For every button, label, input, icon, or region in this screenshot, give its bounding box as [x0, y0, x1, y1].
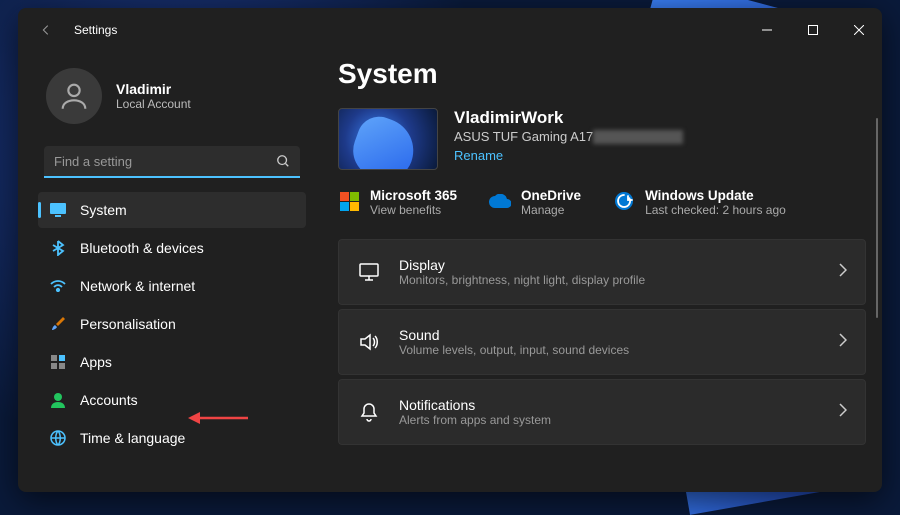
profile-account-type: Local Account: [116, 97, 191, 111]
nav-list: System Bluetooth & devices Network & int…: [38, 192, 306, 456]
settings-card-list: Display Monitors, brightness, night ligh…: [338, 239, 866, 445]
search-input[interactable]: [44, 146, 300, 178]
minimize-icon: [762, 25, 772, 35]
microsoft-logo-icon: [338, 190, 360, 212]
avatar: [46, 68, 102, 124]
page-heading: System: [338, 58, 866, 90]
nav-label: Accounts: [80, 392, 138, 408]
sidebar-item-time[interactable]: Time & language: [38, 420, 306, 456]
quick-microsoft-365[interactable]: Microsoft 365 View benefits: [338, 188, 457, 217]
apps-icon: [50, 354, 66, 370]
close-icon: [854, 25, 864, 35]
nav-label: Time & language: [80, 430, 185, 446]
quick-onedrive[interactable]: OneDrive Manage: [489, 188, 581, 217]
card-sub: Volume levels, output, input, sound devi…: [399, 343, 629, 357]
wifi-icon: [50, 278, 66, 294]
quick-sub: Last checked: 2 hours ago: [645, 203, 786, 217]
maximize-button[interactable]: [790, 14, 836, 46]
nav-label: Network & internet: [80, 278, 195, 294]
sidebar-item-network[interactable]: Network & internet: [38, 268, 306, 304]
card-sub: Alerts from apps and system: [399, 413, 551, 427]
profile-block[interactable]: Vladimir Local Account: [38, 60, 306, 140]
nav-label: Apps: [80, 354, 112, 370]
card-title: Display: [399, 257, 645, 273]
card-title: Notifications: [399, 397, 551, 413]
nav-label: Personalisation: [80, 316, 176, 332]
close-button[interactable]: [836, 14, 882, 46]
bell-icon: [357, 402, 381, 422]
scrollbar[interactable]: [876, 118, 878, 318]
bluetooth-icon: [50, 240, 66, 256]
card-sub: Monitors, brightness, night light, displ…: [399, 273, 645, 287]
sidebar-item-apps[interactable]: Apps: [38, 344, 306, 380]
update-icon: [613, 190, 635, 212]
person-icon: [50, 392, 66, 408]
monitor-icon: [357, 263, 381, 281]
window-title: Settings: [74, 23, 117, 37]
nav-label: System: [80, 202, 127, 218]
card-title: Sound: [399, 327, 629, 343]
profile-name: Vladimir: [116, 81, 191, 97]
chevron-right-icon: [839, 333, 847, 352]
sidebar-item-personalisation[interactable]: Personalisation: [38, 306, 306, 342]
sidebar-item-bluetooth[interactable]: Bluetooth & devices: [38, 230, 306, 266]
search-field[interactable]: [44, 146, 300, 178]
main-content: System VladimirWork ASUS TUF Gaming A17 …: [318, 52, 882, 492]
quick-windows-update[interactable]: Windows Update Last checked: 2 hours ago: [613, 188, 786, 217]
titlebar: Settings: [18, 8, 882, 52]
chevron-right-icon: [839, 263, 847, 282]
search-icon: [276, 154, 290, 173]
settings-window: Settings Vladimir Local Account: [18, 8, 882, 492]
maximize-icon: [808, 25, 818, 35]
speaker-icon: [357, 333, 381, 351]
quick-sub: View benefits: [370, 203, 457, 217]
globe-clock-icon: [50, 430, 66, 446]
user-icon: [57, 79, 91, 113]
device-block: VladimirWork ASUS TUF Gaming A17 Rename: [338, 108, 866, 170]
chevron-right-icon: [839, 403, 847, 422]
quick-links: Microsoft 365 View benefits OneDrive Man…: [338, 188, 866, 217]
device-model: ASUS TUF Gaming A17: [454, 129, 593, 144]
back-button[interactable]: [34, 18, 58, 42]
sidebar: Vladimir Local Account System: [18, 52, 318, 492]
arrow-left-icon: [39, 23, 53, 37]
redacted-text: [593, 130, 683, 144]
rename-link[interactable]: Rename: [454, 148, 683, 163]
quick-title: Microsoft 365: [370, 188, 457, 203]
sidebar-item-system[interactable]: System: [38, 192, 306, 228]
card-notifications[interactable]: Notifications Alerts from apps and syste…: [338, 379, 866, 445]
card-display[interactable]: Display Monitors, brightness, night ligh…: [338, 239, 866, 305]
quick-title: OneDrive: [521, 188, 581, 203]
card-sound[interactable]: Sound Volume levels, output, input, soun…: [338, 309, 866, 375]
sidebar-item-accounts[interactable]: Accounts: [38, 382, 306, 418]
quick-title: Windows Update: [645, 188, 786, 203]
cloud-icon: [489, 190, 511, 212]
minimize-button[interactable]: [744, 14, 790, 46]
quick-sub: Manage: [521, 203, 581, 217]
paintbrush-icon: [50, 316, 66, 332]
display-icon: [50, 202, 66, 218]
device-name: VladimirWork: [454, 108, 683, 128]
nav-label: Bluetooth & devices: [80, 240, 204, 256]
desktop-thumbnail[interactable]: [338, 108, 438, 170]
